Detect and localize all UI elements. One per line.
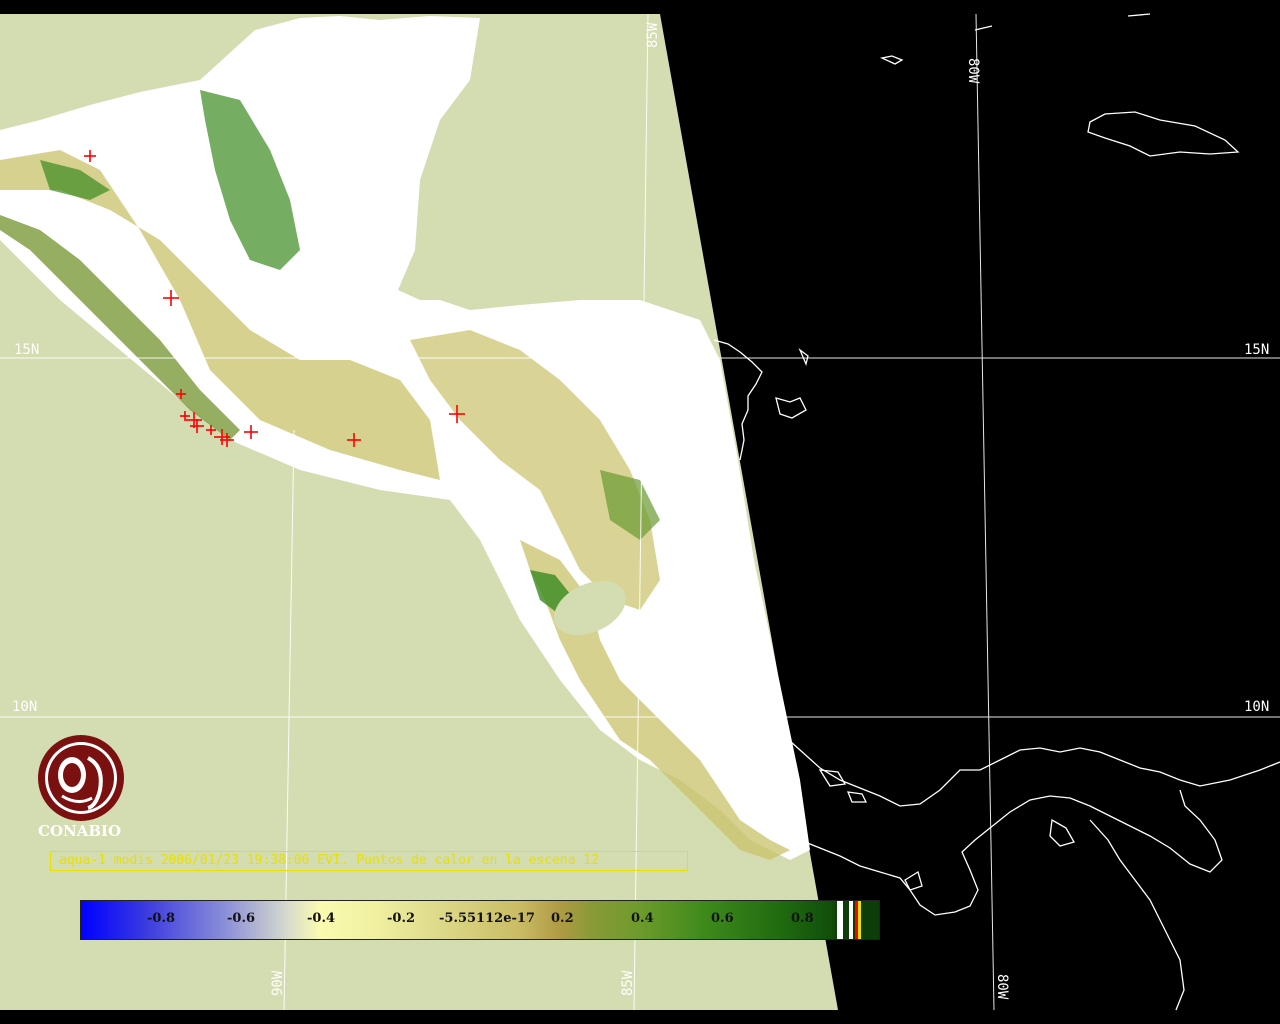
lon-label-85w-bottom: 85W [620, 970, 636, 996]
lat-label-15n-right: 15N [1244, 342, 1269, 358]
colorbar-coast-swatch [849, 901, 853, 939]
colorbar-tick: -0.4 [307, 911, 336, 926]
colorbar-tick: -0.2 [387, 911, 416, 926]
colorbar-tick: -5.55112e-17 [439, 911, 535, 926]
logo-wordmark: CONABIO [38, 822, 122, 840]
lon-label-85w-top: 85W [645, 22, 661, 48]
lon-label-90w-bottom: 90W [270, 970, 286, 996]
colorbar-tick: -0.6 [227, 911, 256, 926]
colorbar-tick: -0.8 [147, 911, 176, 926]
lat-label-15n-left: 15N [14, 342, 39, 358]
colorbar-tick: 0.4 [631, 911, 654, 926]
lat-label-10n-right: 10N [1244, 699, 1269, 715]
colorbar-tick: 0.6 [711, 911, 734, 926]
scene-caption: aqua-1 modis 2006/01/23 19:38:06 EVI. Pu… [50, 851, 688, 871]
evi-colorbar: -0.8 -0.6 -0.4 -0.2 -5.55112e-17 0.2 0.4… [80, 900, 880, 940]
lon-label-80w-top: 80W [965, 58, 981, 84]
lon-label-80w-bottom: 80W [994, 974, 1010, 1000]
colorbar-tick: 0.2 [551, 911, 574, 926]
colorbar-tick: 0.8 [791, 911, 814, 926]
conabio-logo [38, 735, 124, 821]
colorbar-yellow-swatch [858, 901, 861, 939]
lat-label-10n-left: 10N [12, 699, 37, 715]
